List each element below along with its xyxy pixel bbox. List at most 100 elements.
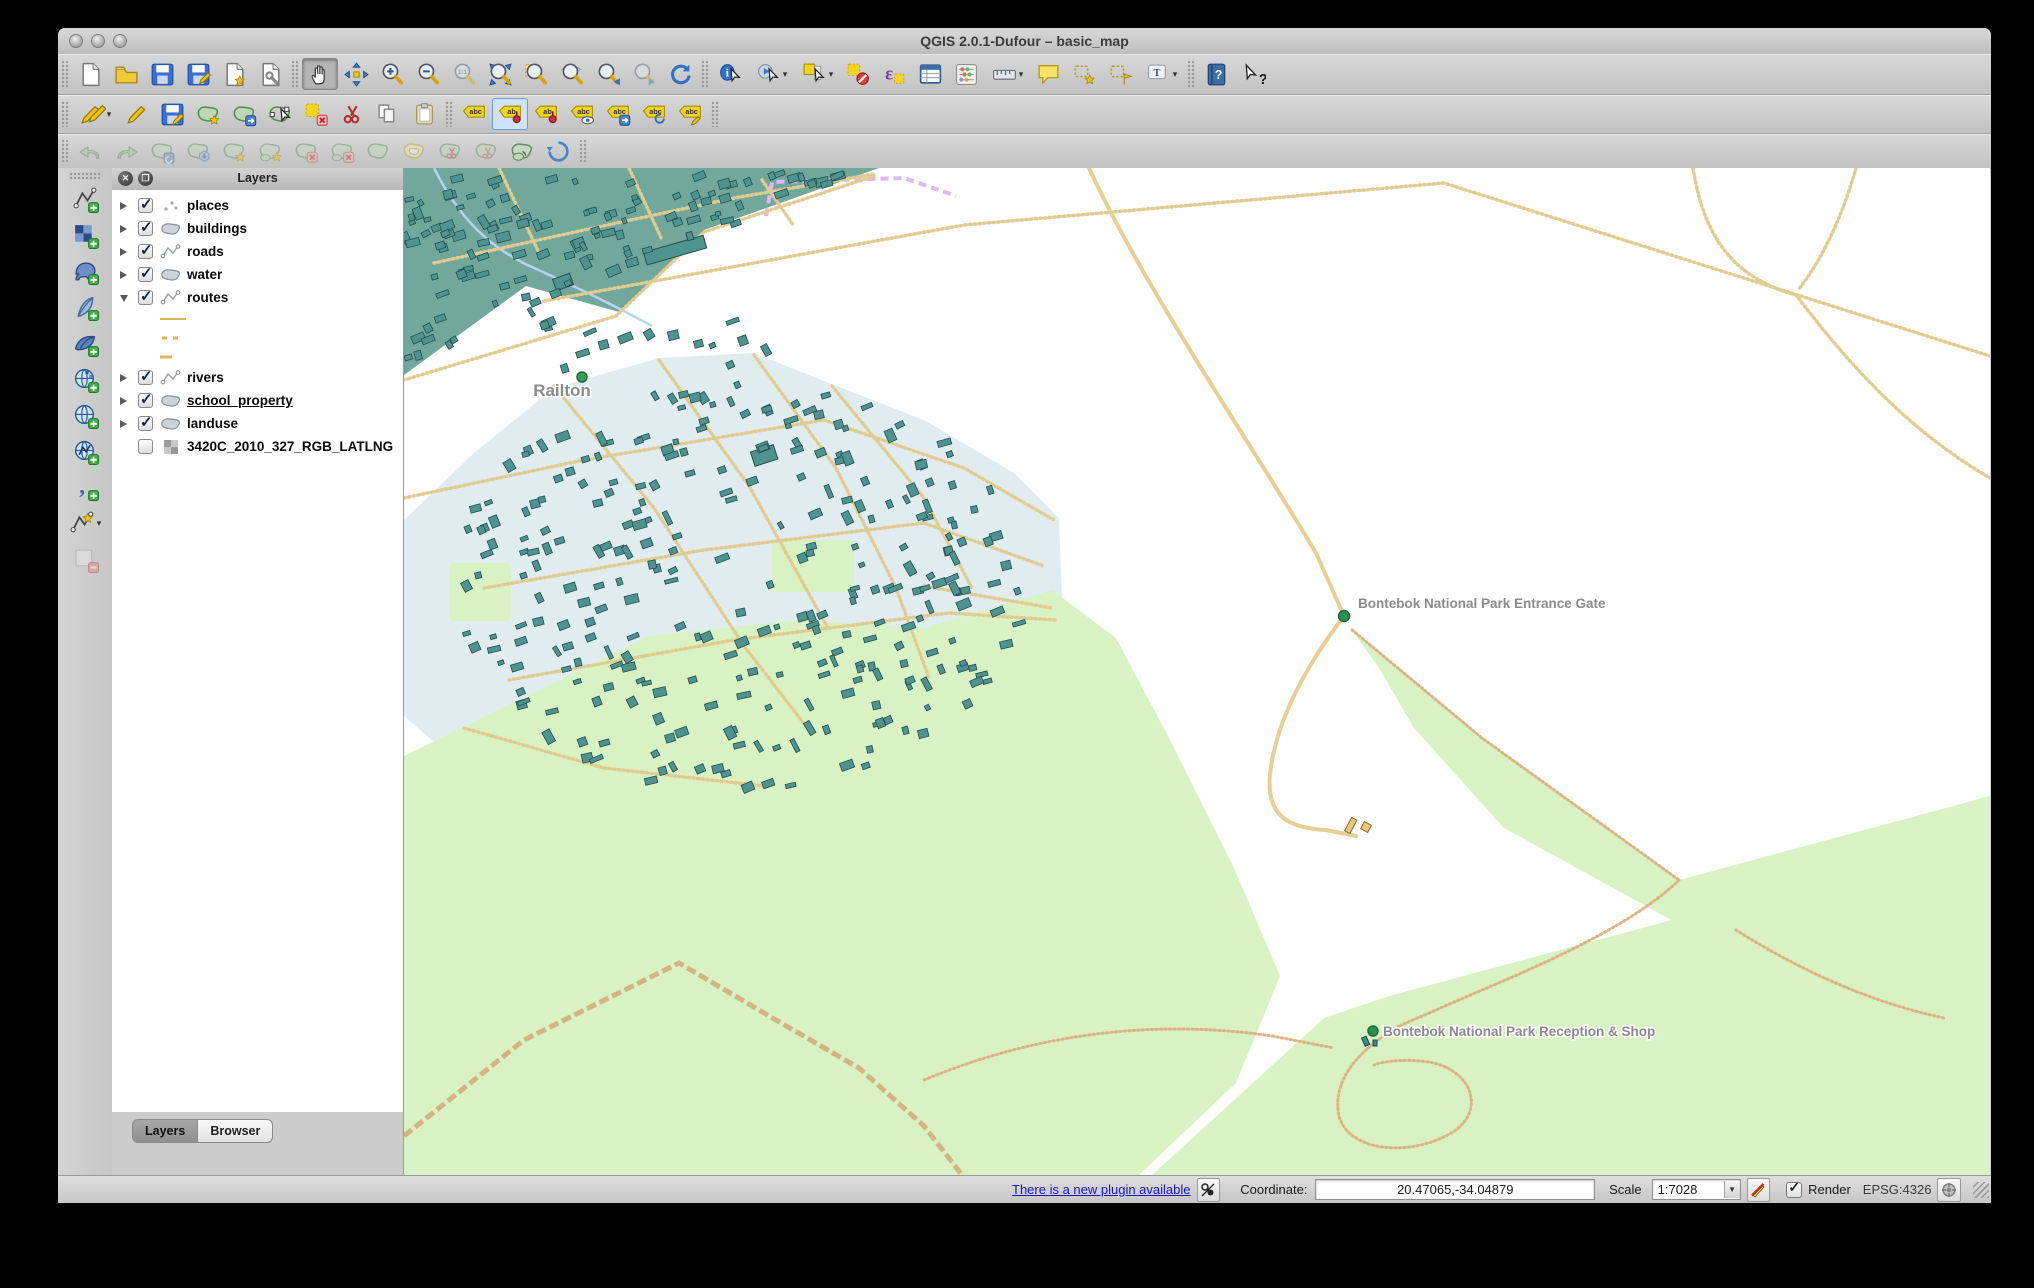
add-wcs-layer-button[interactable] bbox=[67, 399, 103, 431]
coordinate-input[interactable]: 20.47065,-34.04879 bbox=[1315, 1179, 1595, 1200]
change-label-button[interactable]: abc bbox=[672, 98, 708, 130]
delete-ring-button[interactable] bbox=[288, 135, 324, 167]
new-project-button[interactable] bbox=[72, 58, 108, 90]
open-project-button[interactable] bbox=[108, 58, 144, 90]
toolbar-grip[interactable] bbox=[579, 139, 587, 163]
expand-arrow-icon[interactable] bbox=[120, 198, 132, 213]
show-bookmarks-button[interactable] bbox=[1102, 58, 1138, 90]
toolbar-grip[interactable] bbox=[69, 172, 101, 179]
delete-part-button[interactable] bbox=[324, 135, 360, 167]
plugin-available-link[interactable]: There is a new plugin available bbox=[1012, 1182, 1191, 1197]
new-shapefile-layer-button[interactable] bbox=[62, 507, 108, 539]
render-checkbox[interactable] bbox=[1786, 1182, 1802, 1198]
merge-features-button[interactable] bbox=[504, 135, 540, 167]
expand-arrow-icon[interactable] bbox=[120, 244, 132, 259]
open-attribute-table-button[interactable] bbox=[912, 58, 948, 90]
layer-label[interactable]: rivers bbox=[187, 370, 224, 385]
field-calculator-button[interactable] bbox=[948, 58, 984, 90]
layer-checkbox[interactable] bbox=[138, 290, 153, 305]
new-print-composer-button[interactable] bbox=[216, 58, 252, 90]
layer-label[interactable]: 3420C_2010_327_RGB_LATLNG bbox=[187, 439, 393, 454]
cut-features-button[interactable] bbox=[334, 98, 370, 130]
add-part-button[interactable] bbox=[252, 135, 288, 167]
layer-checkbox[interactable] bbox=[138, 370, 153, 385]
stop-render-icon[interactable] bbox=[1747, 1178, 1771, 1202]
zoom-out-button[interactable] bbox=[410, 58, 446, 90]
layer-checkbox[interactable] bbox=[138, 416, 153, 431]
zoom-next-button[interactable] bbox=[626, 58, 662, 90]
layer-checkbox[interactable] bbox=[138, 439, 153, 454]
layer-row-raster[interactable]: 3420C_2010_327_RGB_LATLNG bbox=[112, 435, 403, 458]
refresh-map-button[interactable] bbox=[662, 58, 698, 90]
measure-line-button[interactable] bbox=[984, 58, 1030, 90]
rotate-point-symbols-button[interactable] bbox=[540, 135, 576, 167]
expand-arrow-icon[interactable] bbox=[120, 393, 132, 408]
layer-label[interactable]: roads bbox=[187, 244, 224, 259]
crs-status-icon[interactable] bbox=[1937, 1178, 1961, 1202]
layer-row-routes[interactable]: routes bbox=[112, 286, 403, 309]
layer-checkbox[interactable] bbox=[138, 198, 153, 213]
move-feature-button[interactable] bbox=[226, 98, 262, 130]
simplify-feature-button[interactable] bbox=[180, 135, 216, 167]
paste-features-button[interactable] bbox=[406, 98, 442, 130]
move-label-button[interactable]: abc bbox=[600, 98, 636, 130]
layer-label[interactable]: landuse bbox=[187, 416, 238, 431]
layer-row-rivers[interactable]: rivers bbox=[112, 366, 403, 389]
run-feature-action-button[interactable] bbox=[748, 58, 794, 90]
add-postgis-layer-button[interactable] bbox=[67, 255, 103, 287]
select-by-expression-button[interactable]: ε bbox=[876, 58, 912, 90]
layer-checkbox[interactable] bbox=[138, 221, 153, 236]
zoom-actual-size-button[interactable]: 1:1 bbox=[446, 58, 482, 90]
text-annotation-button[interactable]: T bbox=[1138, 58, 1184, 90]
node-tool-button[interactable] bbox=[262, 98, 298, 130]
routes-symbol-dashed-dots[interactable] bbox=[112, 328, 403, 347]
rotate-label-button[interactable]: abc bbox=[636, 98, 672, 130]
map-tips-button[interactable] bbox=[1030, 58, 1066, 90]
toggle-editing-button[interactable] bbox=[118, 98, 154, 130]
scale-combo[interactable]: 1:7028 ▼ bbox=[1652, 1179, 1741, 1200]
current-edits-button[interactable] bbox=[72, 98, 118, 130]
remove-layer-button[interactable] bbox=[67, 543, 103, 575]
layer-checkbox[interactable] bbox=[138, 244, 153, 259]
undo-button[interactable] bbox=[72, 135, 108, 167]
map-canvas[interactable]: Railton Bontebok National Park Entrance … bbox=[404, 168, 1990, 1175]
save-project-as-button[interactable] bbox=[180, 58, 216, 90]
toolbar-grip[interactable] bbox=[1187, 60, 1195, 88]
new-bookmark-button[interactable] bbox=[1066, 58, 1102, 90]
toolbar-grip[interactable] bbox=[445, 101, 453, 128]
layer-checkbox[interactable] bbox=[138, 393, 153, 408]
identify-features-button[interactable]: i bbox=[712, 58, 748, 90]
expand-arrow-icon[interactable] bbox=[120, 221, 132, 236]
expand-arrow-icon[interactable] bbox=[120, 416, 132, 431]
plugin-icon[interactable] bbox=[1197, 1178, 1221, 1202]
toolbar-grip[interactable] bbox=[701, 60, 709, 88]
copy-features-button[interactable] bbox=[370, 98, 406, 130]
split-parts-button[interactable] bbox=[468, 135, 504, 167]
pan-map-button[interactable] bbox=[302, 58, 338, 90]
delete-selected-button[interactable] bbox=[298, 98, 334, 130]
add-feature-button[interactable] bbox=[190, 98, 226, 130]
layer-row-buildings[interactable]: buildings bbox=[112, 217, 403, 240]
add-wfs-layer-button[interactable] bbox=[67, 435, 103, 467]
offset-curve-button[interactable] bbox=[396, 135, 432, 167]
select-features-button[interactable] bbox=[794, 58, 840, 90]
redo-button[interactable] bbox=[108, 135, 144, 167]
layer-label[interactable]: water bbox=[187, 267, 222, 282]
reshape-features-button[interactable] bbox=[360, 135, 396, 167]
layer-row-roads[interactable]: roads bbox=[112, 240, 403, 263]
layer-label[interactable]: buildings bbox=[187, 221, 247, 236]
zoom-full-button[interactable] bbox=[482, 58, 518, 90]
layer-row-places[interactable]: places bbox=[112, 194, 403, 217]
layer-checkbox[interactable] bbox=[138, 267, 153, 282]
add-raster-layer-button[interactable] bbox=[67, 219, 103, 251]
zoom-to-layer-button[interactable] bbox=[554, 58, 590, 90]
add-wms-layer-button[interactable] bbox=[67, 363, 103, 395]
toolbar-grip[interactable] bbox=[61, 101, 69, 128]
expand-arrow-icon[interactable] bbox=[120, 267, 132, 282]
collapse-arrow-icon[interactable] bbox=[120, 290, 132, 305]
layer-label[interactable]: places bbox=[187, 198, 229, 213]
layer-row-water[interactable]: water bbox=[112, 263, 403, 286]
add-vector-layer-button[interactable] bbox=[67, 183, 103, 215]
tab-layers[interactable]: Layers bbox=[132, 1119, 198, 1143]
add-spatialite-layer-button[interactable] bbox=[67, 291, 103, 323]
